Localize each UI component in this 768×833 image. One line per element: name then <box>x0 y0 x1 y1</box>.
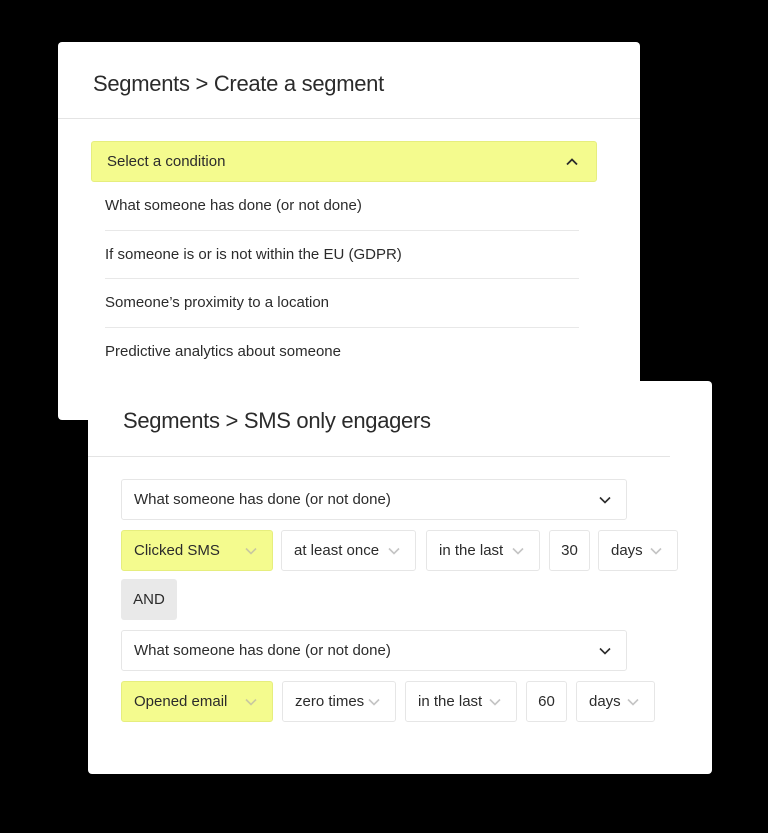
unit-select[interactable]: days <box>576 681 655 722</box>
option-proximity-location[interactable]: Someone’s proximity to a location <box>105 279 579 328</box>
condition-type-select[interactable]: What someone has done (or not done) <box>121 630 627 671</box>
chevron-down-icon <box>244 695 258 709</box>
condition-select-label: Select a condition <box>107 153 226 170</box>
condition-options: What someone has done (or not done) If s… <box>105 182 579 376</box>
chevron-up-icon <box>565 155 579 169</box>
header-divider <box>88 456 670 457</box>
amount-input[interactable]: 30 <box>549 530 590 571</box>
create-segment-panel: Segments > Create a segment Select a con… <box>58 42 640 420</box>
option-predictive-analytics[interactable]: Predictive analytics about someone <box>105 328 579 377</box>
action-select[interactable]: Clicked SMS <box>121 530 273 571</box>
page-title: Segments > Create a segment <box>93 71 384 96</box>
amount-input[interactable]: 60 <box>526 681 567 722</box>
chevron-down-icon <box>511 544 525 558</box>
frequency-select[interactable]: zero times <box>282 681 396 722</box>
page-title: Segments > SMS only engagers <box>123 408 431 433</box>
action-select[interactable]: Opened email <box>121 681 273 722</box>
chevron-down-icon <box>598 493 612 507</box>
timeframe-select[interactable]: in the last <box>405 681 517 722</box>
chevron-down-icon <box>649 544 663 558</box>
chevron-down-icon <box>367 695 381 709</box>
timeframe-label: in the last <box>439 542 504 559</box>
amount-value: 60 <box>538 693 555 710</box>
chevron-down-icon <box>488 695 502 709</box>
frequency-select[interactable]: at least once <box>281 530 416 571</box>
unit-label: days <box>611 542 643 559</box>
timeframe-label: in the last <box>418 693 483 710</box>
unit-label: days <box>589 693 621 710</box>
sms-engagers-panel: Segments > SMS only engagers What someon… <box>88 381 712 774</box>
chevron-down-icon <box>626 695 640 709</box>
chevron-down-icon <box>598 644 612 658</box>
condition-select[interactable]: Select a condition <box>91 141 597 182</box>
action-label: Clicked SMS <box>134 542 220 559</box>
option-eu-gdpr[interactable]: If someone is or is not within the EU (G… <box>105 231 579 279</box>
condition-type-select[interactable]: What someone has done (or not done) <box>121 479 627 520</box>
frequency-label: zero times <box>295 693 365 710</box>
chevron-down-icon <box>387 544 401 558</box>
unit-select[interactable]: days <box>598 530 678 571</box>
condition-type-label: What someone has done (or not done) <box>134 491 391 508</box>
amount-value: 30 <box>561 542 578 559</box>
option-what-someone-has-done[interactable]: What someone has done (or not done) <box>105 182 579 231</box>
and-operator-button[interactable]: AND <box>121 579 177 620</box>
timeframe-select[interactable]: in the last <box>426 530 540 571</box>
frequency-label: at least once <box>294 542 380 559</box>
chevron-down-icon <box>244 544 258 558</box>
condition-type-label: What someone has done (or not done) <box>134 642 391 659</box>
header-divider <box>58 118 640 119</box>
action-label: Opened email <box>134 693 228 710</box>
